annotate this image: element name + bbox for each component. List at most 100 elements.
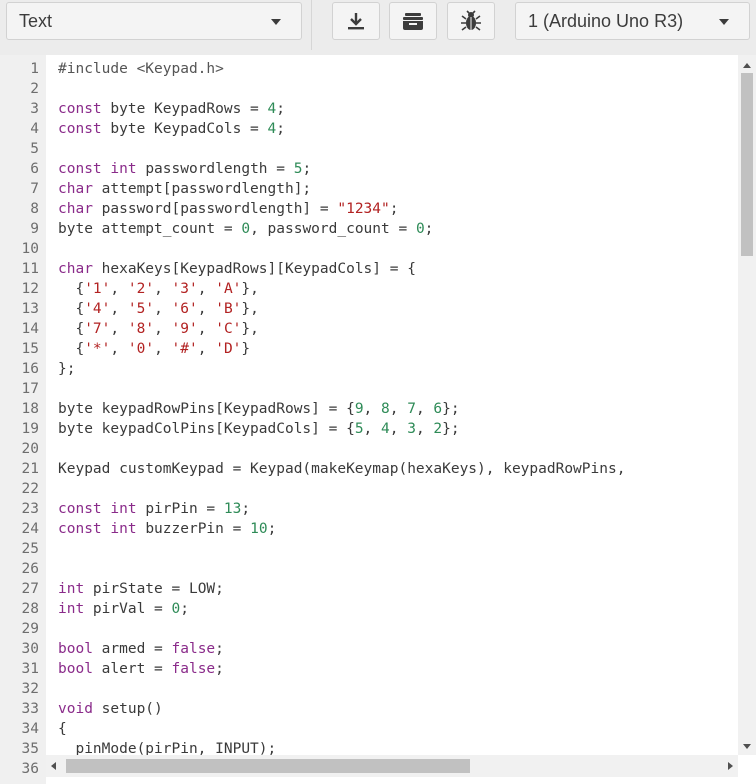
- code-line[interactable]: 24 const int buzzerPin = 10;: [0, 519, 738, 539]
- code-line[interactable]: 29: [0, 619, 738, 639]
- line-number: 12: [21, 281, 39, 297]
- code-line[interactable]: 16};: [0, 359, 738, 379]
- code-token: hexaKeys[KeypadRows][KeypadCols] = {: [92, 261, 416, 277]
- code-token: , password_count =: [250, 221, 416, 237]
- code-line[interactable]: 22: [0, 479, 738, 499]
- code-editor[interactable]: 1 #include <Keypad.h> 2 3 const byte KeypadR…: [0, 55, 756, 784]
- code-token: },: [241, 321, 259, 337]
- code-line[interactable]: 14 {'7', '8', '9', 'C'},: [0, 319, 738, 339]
- scroll-right-arrow-icon[interactable]: [728, 762, 733, 770]
- code-token: 7: [407, 401, 416, 417]
- code-token: 0: [171, 601, 181, 617]
- code-token: pirVal =: [84, 601, 172, 617]
- code-text: int pirVal = 0;: [58, 599, 189, 619]
- code-line[interactable]: 27 int pirState = LOW;: [0, 579, 738, 599]
- code-token: ,: [415, 401, 434, 417]
- code-token: byte KeypadRows =: [101, 101, 268, 117]
- code-token: pirState = LOW;: [84, 581, 224, 597]
- code-line[interactable]: 6 const int passwordlength = 5;: [0, 159, 738, 179]
- line-number: 34: [21, 721, 39, 737]
- code-token: ,: [197, 341, 216, 357]
- debugger-button[interactable]: [447, 2, 495, 40]
- download-button[interactable]: [332, 2, 380, 40]
- code-line[interactable]: 11 char hexaKeys[KeypadRows][KeypadCols] …: [0, 259, 738, 279]
- code-line[interactable]: 4 const byte KeypadCols = 4;: [0, 119, 738, 139]
- line-number: 27: [21, 581, 39, 597]
- code-line[interactable]: 8 char password[passwordlength] = "1234";: [0, 199, 738, 219]
- code-token: };: [442, 421, 460, 437]
- code-token: 3: [407, 421, 416, 437]
- code-token: };: [442, 401, 460, 417]
- debugger-bug-icon: [461, 10, 481, 31]
- code-line[interactable]: 26: [0, 559, 738, 579]
- code-line[interactable]: 21 Keypad customKeypad = Keypad(makeKeyma…: [0, 459, 738, 479]
- code-token: int: [110, 161, 137, 177]
- code-line[interactable]: 31 bool alert = false;: [0, 659, 738, 679]
- code-line[interactable]: 5: [0, 139, 738, 159]
- line-number: 9: [30, 221, 39, 237]
- scroll-up-arrow-icon[interactable]: [743, 63, 751, 68]
- line-number: 31: [21, 661, 39, 677]
- code-line[interactable]: 1 #include <Keypad.h>: [0, 59, 738, 79]
- scroll-left-arrow-icon[interactable]: [51, 762, 56, 770]
- code-token: '3': [171, 281, 198, 297]
- code-token: {: [58, 721, 67, 737]
- code-token: {: [58, 341, 85, 357]
- code-token: '4': [84, 301, 111, 317]
- libraries-button[interactable]: [389, 2, 437, 40]
- code-token: passwordlength =: [136, 161, 294, 177]
- code-token: ,: [110, 281, 128, 297]
- chevron-down-icon: [719, 19, 729, 25]
- code-text: const int passwordlength = 5;: [58, 159, 311, 179]
- code-token: {: [58, 321, 85, 337]
- code-text: char hexaKeys[KeypadRows][KeypadCols] = …: [58, 259, 416, 279]
- code-text: {: [58, 719, 67, 739]
- code-token: ;: [424, 221, 434, 237]
- code-token: #include <Keypad.h>: [58, 61, 224, 77]
- code-line[interactable]: 13 {'4', '5', '6', 'B'},: [0, 299, 738, 319]
- vertical-scrollbar[interactable]: [738, 55, 756, 755]
- code-token: ,: [197, 281, 216, 297]
- horizontal-scrollbar[interactable]: [46, 755, 738, 777]
- code-line[interactable]: 33 void setup(): [0, 699, 738, 719]
- code-text: const int pirPin = 13;: [58, 499, 250, 519]
- code-line[interactable]: 9 byte attempt_count = 0, password_count …: [0, 219, 738, 239]
- code-token: '1': [84, 281, 111, 297]
- code-line[interactable]: 20: [0, 439, 738, 459]
- line-number: 19: [21, 421, 39, 437]
- code-line[interactable]: 34 {: [0, 719, 738, 739]
- code-line[interactable]: 32: [0, 679, 738, 699]
- code-token: '7': [84, 321, 111, 337]
- code-token: };: [58, 361, 76, 377]
- code-line[interactable]: 25: [0, 539, 738, 559]
- code-token: 4: [381, 421, 390, 437]
- code-line[interactable]: 17: [0, 379, 738, 399]
- code-line[interactable]: 12 {'1', '2', '3', 'A'},: [0, 279, 738, 299]
- code-token: const: [58, 161, 102, 177]
- line-number: 23: [21, 501, 39, 517]
- code-token: ,: [389, 401, 408, 417]
- code-text: bool armed = false;: [58, 639, 224, 659]
- code-text: #include <Keypad.h>: [58, 59, 224, 79]
- code-token: '9': [171, 321, 198, 337]
- vertical-scroll-thumb[interactable]: [741, 73, 753, 256]
- editor-mode-select[interactable]: Text: [6, 2, 302, 40]
- code-token: setup(): [92, 701, 163, 717]
- code-line[interactable]: 2: [0, 79, 738, 99]
- code-text: byte attempt_count = 0, password_count =…: [58, 219, 433, 239]
- code-token: "1234": [337, 201, 390, 217]
- code-line[interactable]: 7 char attempt[passwordlength];: [0, 179, 738, 199]
- code-line[interactable]: 3 const byte KeypadRows = 4;: [0, 99, 738, 119]
- code-line[interactable]: 15 {'*', '0', '#', 'D'}: [0, 339, 738, 359]
- board-select[interactable]: 1 (Arduino Uno R3): [515, 2, 750, 40]
- code-text: bool alert = false;: [58, 659, 224, 679]
- scroll-down-arrow-icon[interactable]: [743, 744, 751, 749]
- code-line[interactable]: 19 byte keypadColPins[KeypadCols] = {5, 4…: [0, 419, 738, 439]
- code-line[interactable]: 10: [0, 239, 738, 259]
- code-line[interactable]: 30 bool armed = false;: [0, 639, 738, 659]
- code-line[interactable]: 23 const int pirPin = 13;: [0, 499, 738, 519]
- horizontal-scroll-thumb[interactable]: [66, 759, 470, 773]
- code-line[interactable]: 28 int pirVal = 0;: [0, 599, 738, 619]
- code-line[interactable]: 18 byte keypadRowPins[KeypadRows] = {9, 8…: [0, 399, 738, 419]
- code-token: ;: [302, 161, 312, 177]
